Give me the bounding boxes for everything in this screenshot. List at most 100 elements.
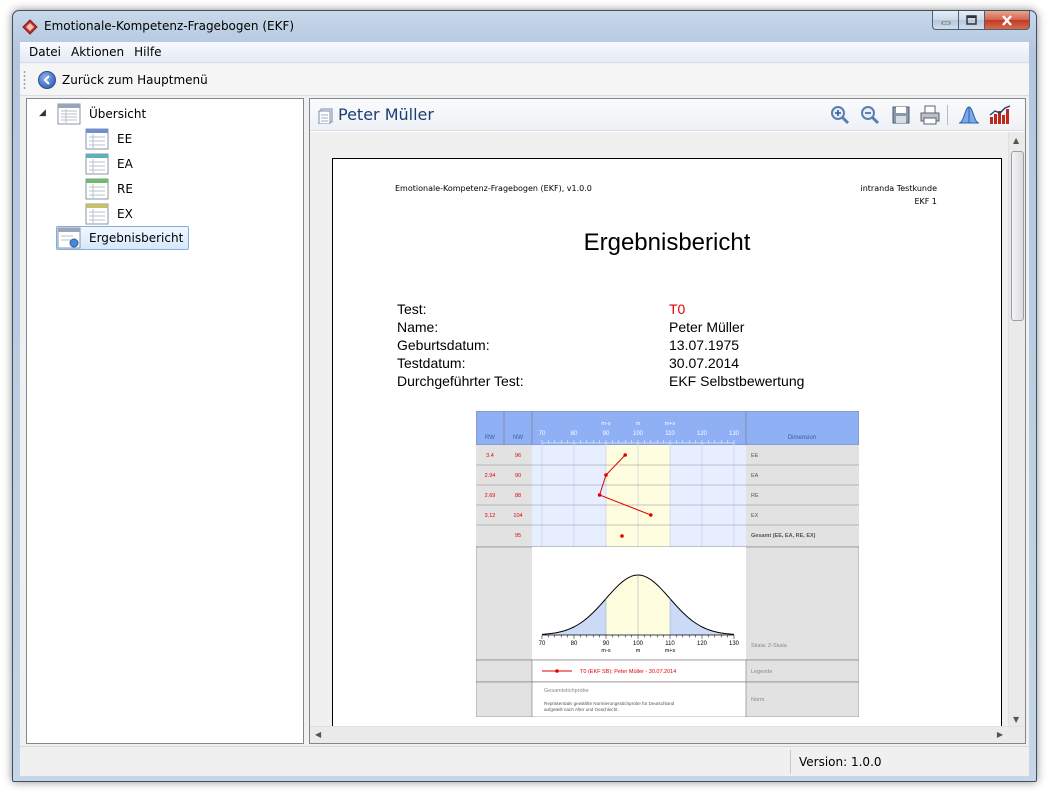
toolbar-grip[interactable] <box>23 70 26 90</box>
scroll-down-icon[interactable]: ▼ <box>1013 715 1019 724</box>
tree-item-ergebnisbericht[interactable]: Ergebnisbericht <box>56 226 190 250</box>
scroll-right-icon[interactable]: ▶ <box>997 730 1003 739</box>
cell-dimension: RE <box>751 493 759 499</box>
tree-label-re: RE <box>117 182 133 196</box>
scroll-left-icon[interactable]: ◀ <box>315 730 321 739</box>
bar-chart-button[interactable] <box>989 104 1011 126</box>
top-tick-label: 90 <box>603 431 610 437</box>
back-button-label: Zurück zum Hauptmenü <box>62 73 208 87</box>
document-icon <box>318 108 333 124</box>
info-value-testdate: 30.07.2014 <box>669 355 740 371</box>
print-icon <box>920 105 940 125</box>
horizontal-scrollbar[interactable]: ◀ ▶ <box>310 726 1025 743</box>
tree-label-ea: EA <box>117 157 133 171</box>
menu-datei[interactable]: Datei <box>24 45 66 59</box>
cell-nw: 88 <box>515 493 521 499</box>
save-icon <box>892 106 910 124</box>
cell-rw: 2.69 <box>485 493 496 499</box>
top-tick-label: 100 <box>633 431 644 437</box>
close-icon <box>1002 14 1012 26</box>
maximize-icon <box>966 15 977 25</box>
bottom-marker-label: m-s <box>601 648 610 654</box>
ea-sheet-icon <box>85 153 109 175</box>
norm-title: Gesamtstichprobe <box>544 688 589 694</box>
info-label-birthdate: Geburtsdatum: <box>397 337 490 353</box>
print-button[interactable] <box>919 104 941 126</box>
cell-nw: 90 <box>515 473 521 479</box>
top-tick-label: 70 <box>539 431 546 437</box>
collapse-arrow-icon[interactable]: ◢ <box>39 108 46 118</box>
maximize-button[interactable] <box>959 11 985 30</box>
legend-label: Legende <box>751 669 772 675</box>
bar-chart-icon <box>989 105 1011 124</box>
info-label-test-type: Durchgeführter Test: <box>397 373 524 389</box>
menu-hilfe[interactable]: Hilfe <box>129 45 166 59</box>
total-point <box>620 534 624 538</box>
cell-rw: 3.12 <box>485 513 496 519</box>
norm-label: Norm <box>751 697 765 703</box>
col-header-dimension: Dimension <box>788 435 816 441</box>
toolbar: Zurück zum Hauptmenü <box>20 64 1029 96</box>
cell-dimension: EE <box>751 453 759 459</box>
top-tick-label: 110 <box>665 431 675 437</box>
cell-nw: 95 <box>515 533 521 539</box>
tree-label-ee: EE <box>117 132 133 146</box>
norm-text-1: Repräsentativ gewählte Normierungsstichp… <box>544 701 675 706</box>
zoom-in-icon <box>831 106 850 125</box>
report-icon <box>57 227 81 249</box>
top-tick-label: 130 <box>729 431 740 437</box>
series-point <box>649 513 653 517</box>
app-icon <box>22 19 38 35</box>
tree-item-ex[interactable]: EX <box>85 203 136 225</box>
tree-item-uebersicht[interactable]: Übersicht <box>57 103 149 125</box>
tree-item-ea[interactable]: EA <box>85 153 136 175</box>
legend-entry: T0 (EKF SB): Peter Müller - 30.07.2014 <box>580 669 676 675</box>
info-label-name: Name: <box>397 319 439 335</box>
scroll-up-icon[interactable]: ▲ <box>1013 136 1019 145</box>
doc-header-left: Emotionale-Kompetenz-Fragebogen (EKF), v… <box>395 184 592 193</box>
distribution-icon <box>958 106 980 124</box>
series-point <box>604 473 608 477</box>
vertical-scrollbar[interactable]: ▲ ▼ <box>1008 132 1025 728</box>
doc-header-customer: intranda Testkunde <box>860 184 938 193</box>
zoom-out-icon <box>861 106 880 125</box>
distribution-button[interactable] <box>958 104 980 126</box>
client-area: Datei Aktionen Hilfe Zurück zum Hauptmen… <box>20 42 1029 776</box>
info-label-testdate: Testdatum: <box>397 355 466 371</box>
bottom-tick-label: 100 <box>633 641 644 647</box>
bottom-tick-label: 80 <box>571 641 578 647</box>
zoom-in-button[interactable] <box>829 104 851 126</box>
report-scroll-area[interactable]: Emotionale-Kompetenz-Fragebogen (EKF), v… <box>310 132 1025 728</box>
navigation-tree: ◢ Übersicht EE EA RE EX Ergebnisbericht <box>26 98 304 744</box>
report-page: Emotionale-Kompetenz-Fragebogen (EKF), v… <box>332 158 1002 728</box>
menu-bar: Datei Aktionen Hilfe <box>20 42 1029 63</box>
col-header-rw: RW <box>485 435 495 441</box>
bottom-marker-label: m+s <box>665 648 676 654</box>
back-arrow-icon <box>38 71 56 89</box>
version-label: Version: 1.0.0 <box>799 755 882 769</box>
norm-text-2: aufgeteilt nach Alter und Geschlecht. <box>544 707 619 712</box>
col-header-nw: NW <box>513 435 523 441</box>
back-to-main-menu-button[interactable]: Zurück zum Hauptmenü <box>38 70 208 90</box>
tree-label-ergebnisbericht: Ergebnisbericht <box>89 231 184 245</box>
cell-dimension: EX <box>751 513 759 519</box>
menu-aktionen[interactable]: Aktionen <box>66 45 129 59</box>
window-title: Emotionale-Kompetenz-Fragebogen (EKF) <box>44 19 295 33</box>
vertical-scroll-thumb[interactable] <box>1011 151 1024 321</box>
report-panel: Peter Müller Emotionale-Kompetenz-Frageb… <box>309 98 1026 744</box>
tree-item-re[interactable]: RE <box>85 178 136 200</box>
bottom-tick-label: 90 <box>603 641 610 647</box>
minimize-button[interactable] <box>932 11 959 30</box>
info-value-test: T0 <box>669 301 686 317</box>
tree-item-ee[interactable]: EE <box>85 128 135 150</box>
info-value-test-type: EKF Selbstbewertung <box>669 373 805 389</box>
scale-label: Skala: Z-Skala <box>751 643 788 649</box>
bottom-tick-label: 130 <box>729 641 740 647</box>
series-point <box>597 493 602 497</box>
save-button[interactable] <box>890 104 912 126</box>
ex-sheet-icon <box>85 203 109 225</box>
title-bar[interactable]: Emotionale-Kompetenz-Fragebogen (EKF) <box>13 11 1036 42</box>
zoom-out-button[interactable] <box>859 104 881 126</box>
top-marker-label: m+s <box>665 421 676 427</box>
close-button[interactable] <box>985 11 1030 30</box>
